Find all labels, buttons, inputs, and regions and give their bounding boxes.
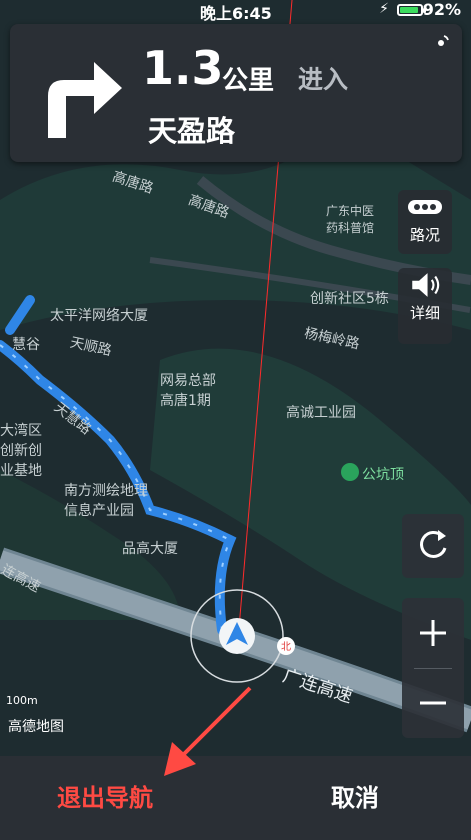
- pointer-arrow-annotation: [164, 686, 252, 776]
- plus-icon: [420, 620, 446, 646]
- refresh-button[interactable]: [402, 514, 464, 578]
- svg-text:北: 北: [281, 641, 291, 653]
- zoom-in-button[interactable]: [402, 598, 464, 668]
- refresh-icon: [420, 530, 447, 558]
- map-label: 公坑顶: [362, 467, 404, 483]
- road-name: 天盈路: [148, 114, 236, 148]
- map-label: 品高大厦: [122, 541, 178, 557]
- nav-action: 进入: [298, 65, 349, 94]
- turn-right-icon: [48, 62, 122, 138]
- map-label: 高诚工业园: [286, 405, 356, 421]
- map-label: 太平洋网络大厦: [50, 308, 148, 324]
- cancel-button[interactable]: 取消: [260, 756, 450, 840]
- minus-icon: [420, 701, 446, 705]
- amap-logo: 高德地图: [8, 719, 64, 735]
- traffic-label: 路况: [409, 226, 440, 244]
- battery-percent: 92%: [422, 0, 461, 19]
- distance-value: 1.3: [142, 41, 224, 95]
- nav-guidance-card[interactable]: 1.3 公里 进入 天盈路: [10, 24, 462, 162]
- map-label: 慧谷: [12, 337, 40, 353]
- status-bar: 晚上6:45 ⚡ 92%: [0, 0, 471, 23]
- map-label: 广东中医 药科普馆: [326, 204, 375, 235]
- traffic-icon: [408, 200, 442, 214]
- charging-icon: ⚡: [379, 1, 389, 17]
- gps-signal-icon: [438, 35, 449, 46]
- map-label: 网易总部 高唐1期: [160, 373, 216, 409]
- scale-bar: 100m: [6, 694, 38, 707]
- speaker-icon: [412, 273, 440, 297]
- battery-fill: [400, 7, 418, 13]
- distance-unit: 公里: [222, 66, 275, 96]
- zoom-controls: [402, 598, 464, 738]
- status-time: 晚上6:45: [200, 4, 272, 23]
- traffic-button[interactable]: 路况: [398, 190, 452, 254]
- map-label: 大湾区 创新创 业基地: [0, 423, 42, 479]
- battery-icon: [397, 4, 426, 16]
- map-label: 南方测绘地理 信息产业园: [64, 483, 148, 519]
- detail-label: 详细: [409, 304, 440, 322]
- map-label: 创新社区5栋: [310, 291, 389, 307]
- zoom-out-button[interactable]: [402, 669, 464, 738]
- volume-detail-button[interactable]: 详细: [398, 268, 452, 344]
